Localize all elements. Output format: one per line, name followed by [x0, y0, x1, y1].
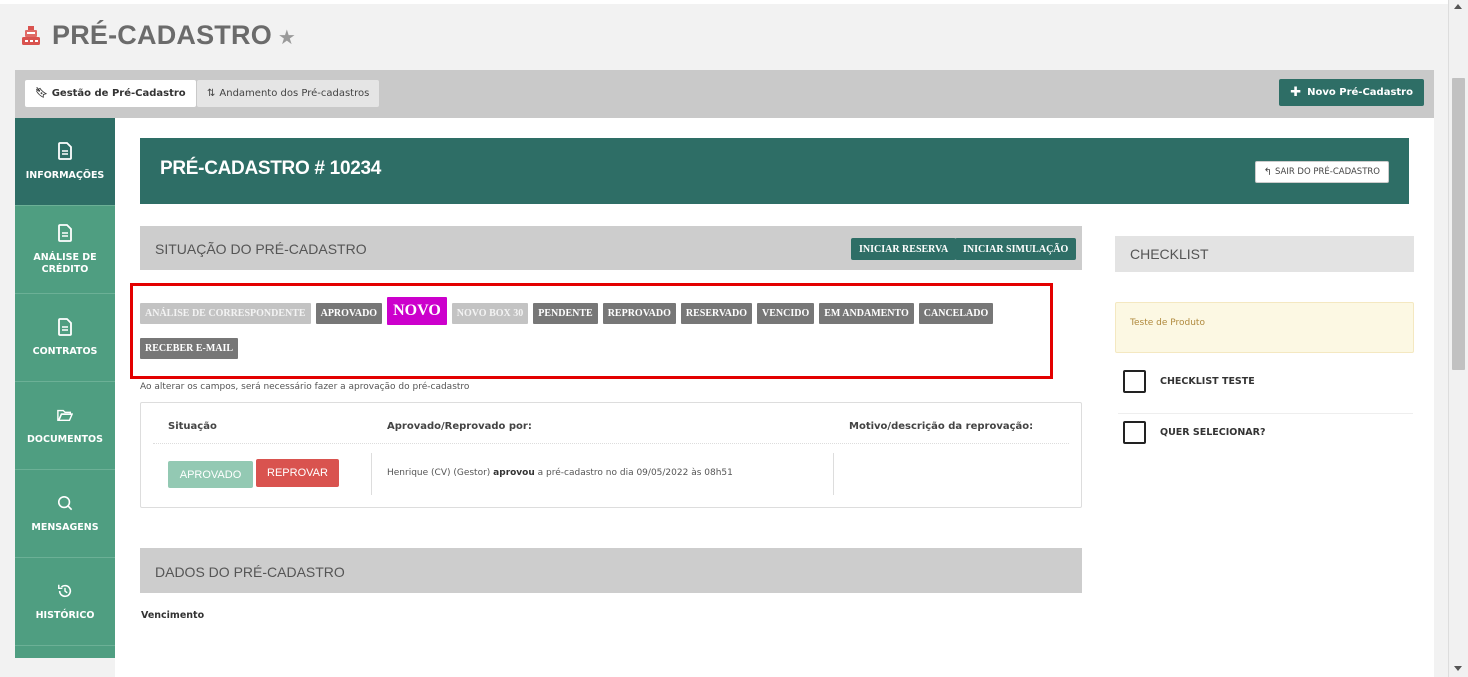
page-title-text: PRÉ-CADASTRO: [52, 20, 272, 50]
dados-section-header: DADOS DO PRÉ-CADASTRO: [140, 548, 1082, 593]
column-header-aprovado-por: Aprovado/Reprovado por:: [387, 421, 532, 432]
top-strip: [0, 0, 1448, 4]
status-em-andamento[interactable]: EM ANDAMENTO: [819, 303, 914, 324]
situacao-section-header: SITUAÇÃO DO PRÉ-CADASTRO INICIAR RESERVA…: [140, 226, 1082, 270]
checklist-divider: [1118, 413, 1413, 414]
column-divider: [833, 453, 834, 495]
checklist-item[interactable]: CHECKLIST TESTE: [1123, 364, 1413, 398]
cash-register-icon: [22, 25, 40, 45]
column-header-motivo: Motivo/descrição da reprovação:: [849, 421, 1034, 432]
file-icon: [58, 317, 72, 336]
tab-andamento[interactable]: ⇅ Andamento dos Pré-cadastros: [197, 80, 380, 107]
approval-action: aprovou: [493, 468, 535, 478]
scrollbar-thumb[interactable]: [1452, 78, 1465, 370]
approved-button[interactable]: APROVADO: [168, 461, 253, 488]
checkbox[interactable]: [1123, 420, 1146, 444]
star-icon[interactable]: ★: [278, 25, 296, 49]
status-pendente[interactable]: PENDENTE: [533, 303, 598, 324]
exit-pre-cadastro-button[interactable]: ↰ SAIR DO PRÉ-CADASTRO: [1254, 161, 1389, 183]
sidebar-item-historico[interactable]: HISTÓRICO: [15, 558, 115, 646]
new-pre-cadastro-button[interactable]: ✚ Novo Pré-Cadastro: [1279, 79, 1424, 106]
new-button-label: Novo Pré-Cadastro: [1307, 87, 1413, 98]
checklist-title: CHECKLIST: [1130, 246, 1209, 262]
header-divider: [153, 443, 1069, 444]
sidebar-item-mensagens[interactable]: MENSAGENS: [15, 470, 115, 558]
approval-date-text: a pré-cadastro no dia 09/05/2022 às 08h5…: [534, 468, 733, 478]
scroll-up-arrow-icon[interactable]: [1454, 4, 1462, 9]
start-simulation-button[interactable]: INICIAR SIMULAÇÃO: [955, 238, 1077, 260]
situacao-title: SITUAÇÃO DO PRÉ-CADASTRO: [155, 241, 367, 257]
sidebar-item-label: MENSAGENS: [31, 521, 99, 533]
status-analise-correspondente[interactable]: ANÁLISE DE CORRESPONDENTE: [140, 303, 311, 324]
product-name: Teste de Produto: [1130, 318, 1205, 328]
vencimento-label: Vencimento: [141, 610, 205, 621]
approval-note: Ao alterar os campos, será necessário fa…: [140, 382, 470, 392]
page-title: PRÉ-CADASTRO ★: [20, 20, 296, 51]
checklist-item-label: QUER SELECIONAR?: [1160, 426, 1266, 438]
dados-title: DADOS DO PRÉ-CADASTRO: [155, 564, 345, 580]
sidebar-item-label: CONTRATOS: [32, 345, 98, 357]
status-list-row-2: RECEBER E-MAIL: [140, 338, 243, 359]
status-cancelado[interactable]: CANCELADO: [918, 303, 994, 324]
column-divider: [371, 453, 372, 495]
sidebar-item-label: DOCUMENTOS: [27, 433, 103, 445]
sidebar-item-informacoes[interactable]: INFORMAÇÕES: [15, 118, 115, 206]
checklist-item[interactable]: QUER SELECIONAR?: [1123, 415, 1413, 449]
start-reservation-button[interactable]: INICIAR RESERVA: [851, 238, 957, 260]
approval-table: Situação Aprovado/Reprovado por: Motivo/…: [140, 402, 1082, 508]
sidebar-item-label: INFORMAÇÕES: [25, 169, 105, 181]
sidebar-item-analise-credito[interactable]: ANÁLISE DE CRÉDITO: [15, 206, 115, 294]
bookmark-icon: 🔖︎: [35, 88, 48, 99]
checkbox[interactable]: [1123, 369, 1146, 393]
column-header-situacao: Situação: [168, 421, 217, 432]
tab-label: Gestão de Pré-Cadastro: [51, 88, 186, 99]
tab-gestao-pre-cadastro[interactable]: 🔖︎ Gestão de Pré-Cadastro: [25, 80, 196, 107]
pre-cadastro-header: PRÉ-CADASTRO # 10234 ↰ SAIR DO PRÉ-CADAS…: [140, 138, 1409, 204]
status-vencido[interactable]: VENCIDO: [757, 303, 815, 324]
status-aprovado[interactable]: APROVADO: [315, 303, 383, 324]
sort-icon: ⇅: [207, 88, 216, 99]
tab-label: Andamento dos Pré-cadastros: [219, 88, 370, 99]
file-icon: [58, 223, 72, 242]
main-content: PRÉ-CADASTRO # 10234 ↰ SAIR DO PRÉ-CADAS…: [115, 118, 1434, 677]
scroll-down-arrow-icon[interactable]: [1454, 666, 1462, 671]
checklist-item-label: CHECKLIST TESTE: [1160, 375, 1255, 387]
vertical-scrollbar[interactable]: [1448, 0, 1468, 677]
sidebar-item-contratos[interactable]: CONTRATOS: [15, 294, 115, 382]
status-novo-box-30[interactable]: NOVO BOX 30: [451, 303, 529, 324]
status-reservado[interactable]: RESERVADO: [680, 303, 753, 324]
sidebar-item-documentos[interactable]: DOCUMENTOS: [15, 382, 115, 470]
reject-button[interactable]: REPROVAR: [256, 459, 339, 487]
sidebar: INFORMAÇÕES ANÁLISE DE CRÉDITO CONTRATOS…: [15, 118, 115, 658]
folder-open-icon: [57, 409, 73, 421]
status-novo[interactable]: NOVO: [387, 297, 447, 325]
tab-bar: 🔖︎ Gestão de Pré-Cadastro ⇅ Andamento do…: [15, 70, 1434, 118]
file-icon: [58, 141, 72, 160]
status-reprovado[interactable]: REPROVADO: [602, 303, 676, 324]
pre-cadastro-title: PRÉ-CADASTRO # 10234: [160, 158, 382, 179]
history-icon: [58, 584, 72, 597]
exit-button-label: SAIR DO PRÉ-CADASTRO: [1274, 167, 1380, 177]
status-list-row-1: ANÁLISE DE CORRESPONDENTE APROVADO NOVO …: [140, 297, 998, 325]
status-receber-email[interactable]: RECEBER E-MAIL: [140, 338, 239, 359]
search-chat-icon: [57, 495, 73, 510]
highlight-box: [130, 283, 1053, 379]
approval-info: Henrique (CV) (Gestor) aprovou a pré-cad…: [387, 468, 733, 478]
approver-name: Henrique (CV) (Gestor): [387, 468, 494, 478]
product-alert: Teste de Produto: [1115, 302, 1414, 353]
checklist-header: CHECKLIST: [1115, 236, 1414, 272]
plus-icon: ✚: [1290, 85, 1302, 100]
reply-arrow-icon: ↰: [1263, 166, 1272, 178]
sidebar-item-label: HISTÓRICO: [35, 609, 95, 621]
sidebar-item-label: ANÁLISE DE CRÉDITO: [33, 251, 97, 275]
